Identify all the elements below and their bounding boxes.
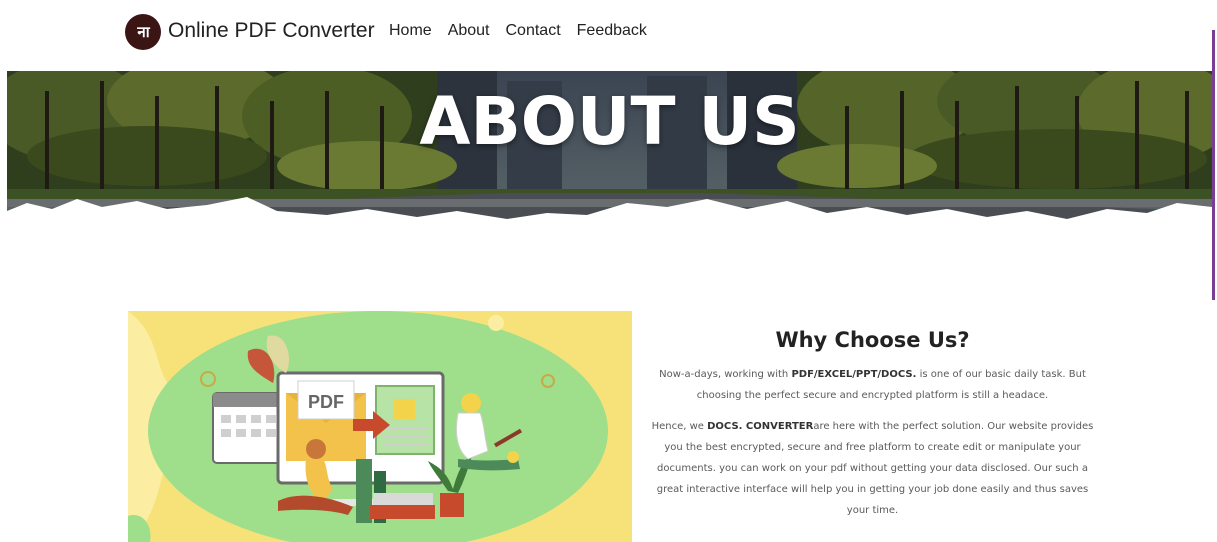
why-choose-us-section: Why Choose Us? Now-a-days, working with … — [650, 311, 1095, 531]
brand-name[interactable]: Online PDF Converter — [168, 19, 375, 43]
hero-banner: ABOUT US — [7, 71, 1212, 246]
pdf-label: PDF — [308, 392, 344, 412]
nav-home-link[interactable]: Home — [389, 22, 432, 40]
logo-icon[interactable]: ना — [125, 14, 161, 50]
page-title: ABOUT US — [419, 83, 800, 160]
site-header: ना Online PDF Converter Home About Conta… — [0, 0, 1217, 70]
page-edge-accent — [1212, 30, 1215, 300]
nav-about-link[interactable]: About — [448, 22, 490, 40]
main-nav: Home About Contact Feedback — [389, 22, 647, 40]
pdf-illustration: PDF — [128, 311, 632, 542]
intro-paragraph: Now-a-days, working with PDF/EXCEL/PPT/D… — [659, 369, 1086, 401]
nav-contact-link[interactable]: Contact — [506, 22, 561, 40]
description-paragraph: Hence, we DOCS. CONVERTERare here with t… — [651, 421, 1094, 516]
section-heading: Why Choose Us? — [775, 328, 970, 352]
nav-feedback-link[interactable]: Feedback — [577, 22, 647, 40]
